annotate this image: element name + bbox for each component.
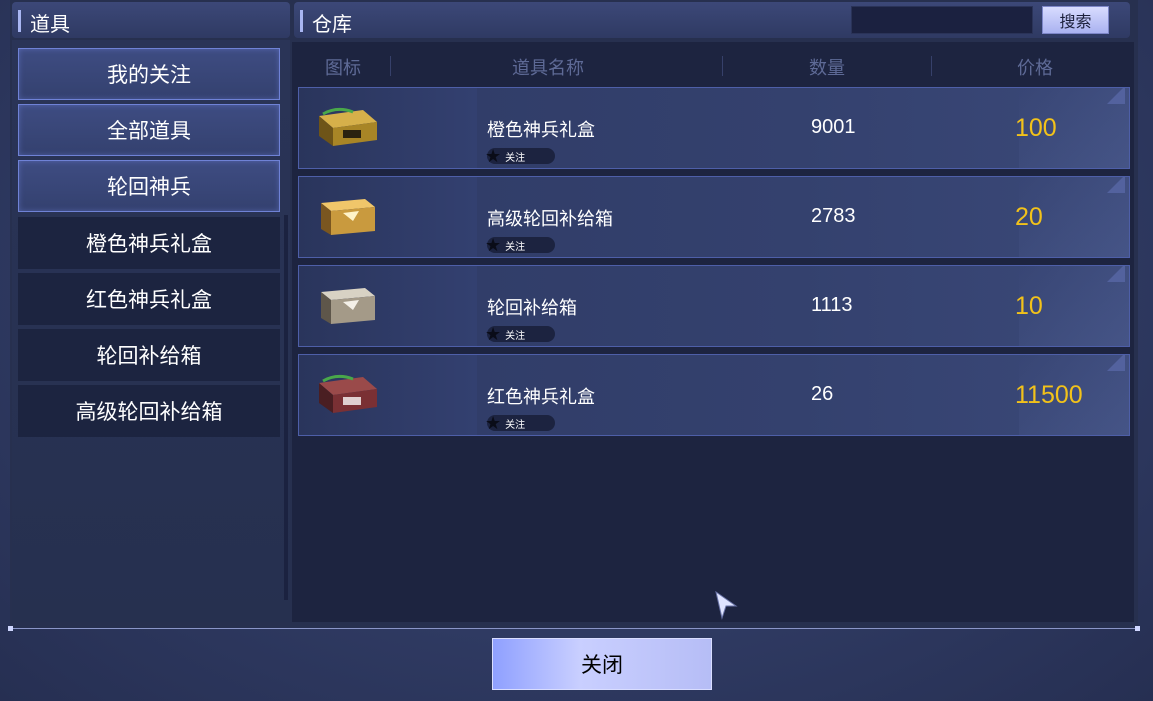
subcategory-advanced-supply-box[interactable]: 高级轮回补给箱 [18,385,280,437]
item-price: 100 [1015,114,1057,142]
star-icon: ★ [485,413,502,433]
item-row[interactable]: 高级轮回补给箱 ★ 关注 2783 20 [298,176,1130,258]
item-quantity: 26 [811,383,834,405]
item-row[interactable]: 轮回补给箱 ★ 关注 1113 10 [298,265,1130,347]
subcategory-supply-box[interactable]: 轮回补给箱 [18,329,280,381]
follow-label: 关注 [505,419,526,431]
header-accent-bar [18,10,21,32]
item-price: 11500 [1015,381,1083,409]
follow-label: 关注 [505,241,526,253]
column-divider [390,56,391,76]
category-label: 全部道具 [107,120,191,143]
category-samsara-weapons[interactable]: 轮回神兵 [18,160,280,212]
subcategory-label: 红色神兵礼盒 [86,289,212,312]
left-panel-title: 道具 [30,14,70,36]
icon-cell [299,355,477,435]
header-accent-bar [300,10,303,32]
silver-chest-icon [321,288,375,324]
search-input[interactable] [851,6,1033,34]
item-name: 橙色神兵礼盒 [487,120,595,140]
column-divider [722,56,723,76]
item-row[interactable]: 橙色神兵礼盒 ★ 关注 9001 100 [298,87,1130,169]
mouse-cursor-icon [715,590,738,620]
icon-cell [299,266,477,346]
icon-cell [299,88,477,168]
star-icon: ★ [485,235,502,255]
item-name: 红色神兵礼盒 [487,387,595,407]
category-scrollbar[interactable] [284,215,288,600]
item-row[interactable]: 红色神兵礼盒 ★ 关注 26 11500 [298,354,1130,436]
follow-button[interactable]: ★ 关注 [485,413,555,433]
gold-chest-icon [321,199,375,235]
follow-button[interactable]: ★ 关注 [485,324,555,344]
item-price: 10 [1015,292,1043,320]
column-header-name: 道具名称 [512,58,584,78]
red-chest-icon [319,374,377,413]
category-label: 我的关注 [107,64,191,87]
subcategory-label: 高级轮回补给箱 [75,401,223,424]
item-name: 高级轮回补给箱 [487,209,613,229]
subcategory-red-box[interactable]: 红色神兵礼盒 [18,273,280,325]
column-header-price: 价格 [1017,58,1053,78]
category-label: 轮回神兵 [107,176,191,199]
follow-label: 关注 [505,152,526,164]
icon-cell [299,177,477,257]
column-header-icon: 图标 [325,58,361,78]
star-icon: ★ [485,324,502,344]
left-panel-header: 道具 [12,2,290,38]
follow-button[interactable]: ★ 关注 [485,235,555,255]
warehouse-title: 仓库 [312,14,352,36]
subcategory-label: 橙色神兵礼盒 [86,233,212,256]
subcategory-label: 轮回补给箱 [96,345,202,368]
search-button[interactable]: 搜索 [1042,6,1109,34]
item-quantity: 9001 [811,116,856,138]
column-divider [931,56,932,76]
star-icon: ★ [485,146,502,166]
follow-button[interactable]: ★ 关注 [485,146,555,166]
orange-chest-icon [319,107,377,146]
close-button[interactable]: 关闭 [492,638,712,690]
subcategory-orange-box[interactable]: 橙色神兵礼盒 [18,217,280,269]
item-price: 20 [1015,203,1043,231]
column-header-quantity: 数量 [809,58,845,78]
category-my-follows[interactable]: 我的关注 [18,48,280,100]
item-quantity: 1113 [811,294,853,316]
category-all-items[interactable]: 全部道具 [18,104,280,156]
follow-label: 关注 [505,330,526,342]
item-quantity: 2783 [811,205,856,227]
item-name: 轮回补给箱 [487,298,577,318]
